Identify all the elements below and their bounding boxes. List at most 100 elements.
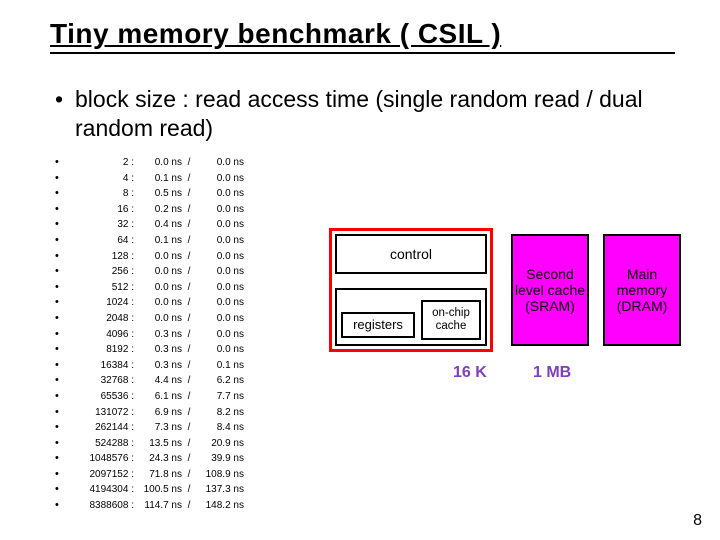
dual-read-time: 39.9 ns — [196, 451, 244, 467]
dual-read-time: 20.9 ns — [196, 436, 244, 452]
data-row: •8192 :0.3 ns/0.0 ns — [55, 342, 244, 358]
bullet-icon: • — [55, 358, 79, 374]
single-read-time: 0.4 ns — [134, 217, 182, 233]
dual-read-time: 137.3 ns — [196, 482, 244, 498]
data-row: •16384 :0.3 ns/0.1 ns — [55, 358, 244, 374]
block-size: 65536 : — [79, 389, 134, 405]
single-read-time: 13.5 ns — [134, 436, 182, 452]
separator: / — [182, 249, 196, 265]
main-bullet: • block size : read access time (single … — [55, 85, 720, 143]
block-size: 262144 : — [79, 420, 134, 436]
single-read-time: 0.0 ns — [134, 280, 182, 296]
single-read-time: 4.4 ns — [134, 373, 182, 389]
data-row: •4 :0.1 ns/0.0 ns — [55, 171, 244, 187]
bullet-icon: • — [55, 264, 79, 280]
onchip-cache-label: on-chip cache — [423, 307, 479, 333]
bullet-icon: • — [55, 467, 79, 483]
dual-read-time: 0.0 ns — [196, 249, 244, 265]
separator: / — [182, 373, 196, 389]
separator: / — [182, 467, 196, 483]
single-read-time: 0.0 ns — [134, 155, 182, 171]
bullet-icon: • — [55, 249, 79, 265]
memory-hierarchy-diagram: control datapath registers on-chip cache… — [335, 230, 685, 430]
main-memory-label-line1: Main memory — [617, 266, 668, 298]
data-list: •2 :0.0 ns/0.0 ns•4 :0.1 ns/0.0 ns•8 :0.… — [55, 155, 244, 514]
dual-read-time: 6.2 ns — [196, 373, 244, 389]
data-row: •32 :0.4 ns/0.0 ns — [55, 217, 244, 233]
single-read-time: 71.8 ns — [134, 467, 182, 483]
dual-read-time: 7.7 ns — [196, 389, 244, 405]
block-size: 4 : — [79, 171, 134, 187]
single-read-time: 0.3 ns — [134, 342, 182, 358]
bullet-icon: • — [55, 233, 79, 249]
bullet-icon: • — [55, 389, 79, 405]
data-row: •128 :0.0 ns/0.0 ns — [55, 249, 244, 265]
data-row: •2 :0.0 ns/0.0 ns — [55, 155, 244, 171]
bullet-icon: • — [55, 498, 79, 514]
bullet-icon: • — [55, 202, 79, 218]
dual-read-time: 0.0 ns — [196, 186, 244, 202]
separator: / — [182, 342, 196, 358]
dual-read-time: 0.0 ns — [196, 202, 244, 218]
block-size: 32 : — [79, 217, 134, 233]
slide-title: Tiny memory benchmark ( CSIL ) — [50, 18, 675, 50]
block-size: 8388608 : — [79, 498, 134, 514]
separator: / — [182, 171, 196, 187]
separator: / — [182, 264, 196, 280]
separator: / — [182, 389, 196, 405]
block-size: 8192 : — [79, 342, 134, 358]
single-read-time: 0.5 ns — [134, 186, 182, 202]
separator: / — [182, 420, 196, 436]
bullet-icon: • — [55, 155, 79, 171]
main-memory-box: Main memory (DRAM) — [603, 234, 681, 346]
block-size: 64 : — [79, 233, 134, 249]
data-row: •65536 :6.1 ns/7.7 ns — [55, 389, 244, 405]
dual-read-time: 8.4 ns — [196, 420, 244, 436]
single-read-time: 100.5 ns — [134, 482, 182, 498]
control-box: control — [335, 234, 487, 274]
block-size: 2048 : — [79, 311, 134, 327]
separator: / — [182, 311, 196, 327]
separator: / — [182, 358, 196, 374]
block-size: 256 : — [79, 264, 134, 280]
block-size: 524288 : — [79, 436, 134, 452]
title-rule — [50, 52, 675, 54]
slide: Tiny memory benchmark ( CSIL ) • block s… — [0, 0, 720, 540]
bullet-icon: • — [55, 482, 79, 498]
separator: / — [182, 405, 196, 421]
block-size: 8 : — [79, 186, 134, 202]
block-size: 16 : — [79, 202, 134, 218]
single-read-time: 114.7 ns — [134, 498, 182, 514]
single-read-time: 0.0 ns — [134, 249, 182, 265]
data-row: •4096 :0.3 ns/0.0 ns — [55, 327, 244, 343]
block-size: 1024 : — [79, 295, 134, 311]
bullet-icon: • — [55, 311, 79, 327]
data-row: •4194304 :100.5 ns/137.3 ns — [55, 482, 244, 498]
single-read-time: 0.0 ns — [134, 264, 182, 280]
bullet-icon: • — [55, 171, 79, 187]
single-read-time: 24.3 ns — [134, 451, 182, 467]
separator: / — [182, 436, 196, 452]
dual-read-time: 148.2 ns — [196, 498, 244, 514]
data-row: •32768 :4.4 ns/6.2 ns — [55, 373, 244, 389]
registers-label: registers — [353, 318, 403, 333]
block-size: 16384 : — [79, 358, 134, 374]
caption-1mb: 1 MB — [533, 364, 571, 382]
page-number: 8 — [693, 512, 702, 530]
bullet-icon: • — [55, 436, 79, 452]
dual-read-time: 0.0 ns — [196, 327, 244, 343]
separator: / — [182, 202, 196, 218]
onchip-cache-box: on-chip cache — [421, 300, 481, 340]
block-size: 4194304 : — [79, 482, 134, 498]
main-memory-label: Main memory (DRAM) — [605, 266, 679, 314]
data-row: •262144 :7.3 ns/8.4 ns — [55, 420, 244, 436]
separator: / — [182, 327, 196, 343]
single-read-time: 7.3 ns — [134, 420, 182, 436]
bullet-icon: • — [55, 327, 79, 343]
separator: / — [182, 186, 196, 202]
separator: / — [182, 295, 196, 311]
control-label: control — [390, 246, 432, 262]
block-size: 512 : — [79, 280, 134, 296]
dual-read-time: 108.9 ns — [196, 467, 244, 483]
block-size: 131072 : — [79, 405, 134, 421]
